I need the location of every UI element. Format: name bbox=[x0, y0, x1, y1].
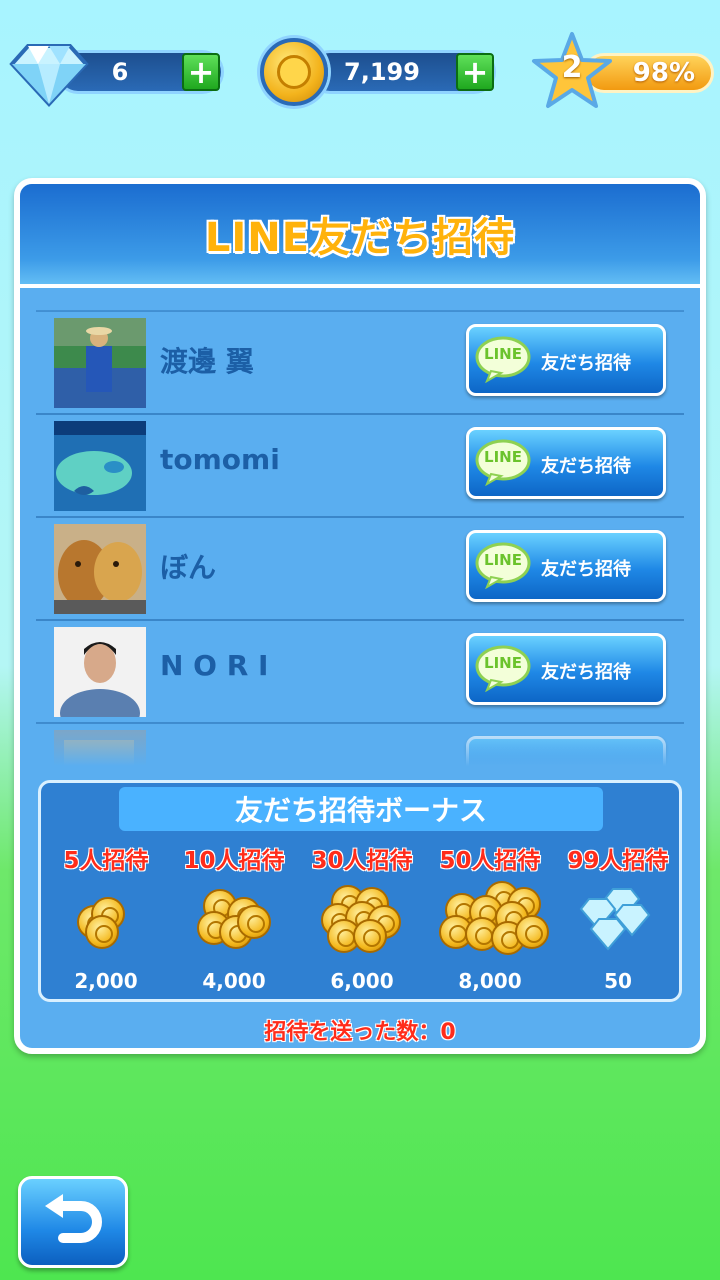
coin-icon bbox=[260, 38, 328, 106]
panel-header: LINE友だち招待 bbox=[20, 184, 700, 288]
friend-name: ぼん bbox=[160, 551, 217, 584]
back-button[interactable] bbox=[18, 1176, 128, 1268]
avatar bbox=[54, 524, 146, 614]
line-badge: LINE bbox=[484, 448, 522, 466]
line-badge: LINE bbox=[484, 654, 522, 672]
invite-bonus-box: 友だち招待ボーナス 5人招待 2,000 10人招待 4,000 30人招待 6… bbox=[38, 780, 682, 1002]
friend-name: N O R I bbox=[160, 649, 269, 682]
invite-button-label: 友だち招待 bbox=[541, 559, 631, 580]
invite-button-label: 友だち招待 bbox=[541, 353, 631, 374]
tier-label: 99人招待 bbox=[567, 848, 669, 874]
add-gems-button[interactable]: + bbox=[182, 53, 220, 91]
coins-icon bbox=[297, 881, 427, 967]
bonus-tier: 10人招待 4,000 bbox=[169, 841, 299, 993]
invite-friend-button[interactable]: LINE 友だち招待 bbox=[466, 427, 666, 499]
invite-friend-button[interactable]: LINE 友だち招待 bbox=[466, 530, 666, 602]
level-number: 2 bbox=[561, 50, 583, 85]
invite-button-label: 友だち招待 bbox=[541, 662, 631, 683]
line-badge: LINE bbox=[484, 345, 522, 363]
friend-list[interactable]: 渡邊 翼 LINE 友だち招待 tomomi LINE 友だち招待 ぼん LIN… bbox=[36, 296, 684, 766]
panel-title: LINE友だち招待 bbox=[204, 215, 516, 261]
back-arrow-icon bbox=[45, 1194, 102, 1243]
list-item: N O R I LINE 友だち招待 bbox=[36, 619, 684, 722]
add-coins-button[interactable]: + bbox=[456, 53, 494, 91]
tier-amount: 4,000 bbox=[202, 969, 266, 993]
invites-sent-count: 招待を送った数：0 bbox=[264, 1020, 456, 1045]
tier-amount: 6,000 bbox=[330, 969, 394, 993]
list-fade-bottom bbox=[36, 716, 684, 766]
diamond-icon bbox=[9, 44, 89, 107]
friend-name: tomomi bbox=[160, 443, 280, 476]
avatar bbox=[54, 318, 146, 408]
tier-amount: 2,000 bbox=[74, 969, 138, 993]
avatar bbox=[54, 421, 146, 511]
list-item: ぼん LINE 友だち招待 bbox=[36, 516, 684, 619]
tier-label: 50人招待 bbox=[439, 848, 541, 874]
bonus-tier: 99人招待 50 bbox=[553, 841, 683, 993]
invite-friend-button[interactable]: LINE 友だち招待 bbox=[466, 324, 666, 396]
coins-icon bbox=[425, 881, 555, 967]
gems-icon bbox=[553, 881, 683, 967]
gem-counter: 6 + bbox=[8, 36, 224, 110]
invite-friend-button[interactable]: LINE 友だち招待 bbox=[466, 633, 666, 705]
coins-icon bbox=[41, 881, 171, 967]
line-badge: LINE bbox=[484, 551, 522, 569]
invite-panel: LINE友だち招待 渡邊 翼 LINE 友だち招待 tomomi LINE 友だ… bbox=[14, 178, 706, 1054]
list-fade-top bbox=[36, 296, 684, 316]
coins-icon bbox=[169, 881, 299, 967]
list-item: tomomi LINE 友だち招待 bbox=[36, 413, 684, 516]
bonus-tier: 50人招待 8,000 bbox=[425, 841, 555, 993]
bonus-tier: 5人招待 2,000 bbox=[41, 841, 171, 993]
tier-amount: 8,000 bbox=[458, 969, 522, 993]
avatar bbox=[54, 627, 146, 717]
tier-label: 10人招待 bbox=[183, 848, 285, 874]
coin-counter: 7,199 + bbox=[258, 36, 498, 110]
tier-label: 5人招待 bbox=[63, 848, 149, 874]
level-indicator: 98% 2 bbox=[530, 32, 720, 110]
invite-button-label: 友だち招待 bbox=[541, 456, 631, 477]
tier-amount: 50 bbox=[604, 969, 632, 993]
bonus-title: 友だち招待ボーナス bbox=[119, 787, 603, 831]
tier-label: 30人招待 bbox=[311, 848, 413, 874]
friend-name: 渡邊 翼 bbox=[160, 345, 254, 378]
bonus-tier: 30人招待 6,000 bbox=[297, 841, 427, 993]
list-item: 渡邊 翼 LINE 友だち招待 bbox=[36, 310, 684, 413]
